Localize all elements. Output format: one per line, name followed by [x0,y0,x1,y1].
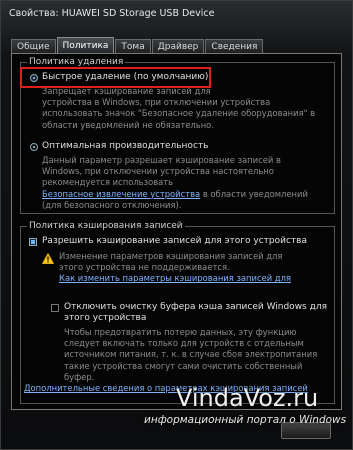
window-title: Свойства: HUAWEI SD Storage USB Device [9,8,215,19]
disable-flush-checkbox[interactable] [51,304,59,312]
desc-line: использовать значок "Безопасное удаление… [42,108,316,119]
label-line: этого устройства [64,313,147,323]
tab-general[interactable]: Общие [11,39,56,54]
tab-driver[interactable]: Драйвер [151,39,205,54]
more-info-link[interactable]: Дополнительные сведения о параметрах кэш… [24,383,308,394]
warning-icon [42,253,54,264]
highlight-box [20,67,211,88]
enable-write-cache-checkbox[interactable] [29,238,37,246]
desc-line: такие устройства смогут сами очистить со… [64,360,303,371]
change-cache-settings-link[interactable]: Как изменить параметры кэширования запис… [59,273,291,284]
desc-line: Данный параметр разрешает кэширование за… [42,155,281,165]
disable-flush-description: Чтобы предотвратить потерю данных, эту ф… [64,327,317,383]
desc-line: Windows, при отключении устройства насто… [42,166,274,177]
desc-line-with-link: Безопасное извлечение устройства в облас… [42,189,308,200]
desc-line: Изменение параметров кэширования записей… [59,251,283,261]
tab-volumes[interactable]: Тома [115,39,151,54]
desc-line: (для безопасного отключения). [42,199,182,210]
performance-label[interactable]: Оптимальная производительность [42,141,208,152]
title-bar[interactable]: Свойства: HUAWEI SD Storage USB Device [1,1,352,25]
properties-dialog: Свойства: HUAWEI SD Storage USB Device О… [0,0,353,450]
desc-line: Чтобы предотвратить потерю данных, эту ф… [64,327,297,337]
tab-bar: Общие Политика Тома Драйвер Сведения [11,37,264,54]
policy-panel: Политика удаления Быстрое удаление (по у… [11,53,342,410]
desc-line: области уведомлений не обязательно. [42,119,214,130]
safe-removal-link[interactable]: Безопасное извлечение устройства [42,189,200,199]
performance-radio[interactable] [30,143,38,151]
performance-description: Данный параметр разрешает кэширование за… [42,155,308,211]
tab-details[interactable]: Сведения [205,39,264,54]
quick-removal-description: Запрещает кэширование записей для устрой… [42,86,315,131]
label-line: Отключить очистку буфера кэша записей Wi… [64,302,327,312]
desc-line: этого устройства не поддерживается. [59,262,230,273]
desc-line: устройства в Windows, при отключении уст… [42,97,271,108]
desc-line: буфер. [64,371,95,382]
write-cache-warning: Изменение параметров кэширования записей… [59,251,291,285]
desc-line: рекомендуется использовать [42,177,174,188]
write-cache-group: Политика кэширования записей Разрешить к… [20,220,335,404]
tab-policy[interactable]: Политика [56,37,115,54]
write-cache-legend: Политика кэширования записей [27,220,185,232]
desc-line: источником питания, т. к. в случае сбоя … [64,349,318,360]
desc-line: следует включать только для устройств с … [64,338,304,349]
ok-button[interactable] [281,422,331,439]
desc-after-link: в области уведомлений [200,188,308,199]
enable-write-cache-label[interactable]: Разрешить кэширование записей для этого … [42,236,307,247]
disable-flush-label[interactable]: Отключить очистку буфера кэша записей Wi… [64,302,327,324]
